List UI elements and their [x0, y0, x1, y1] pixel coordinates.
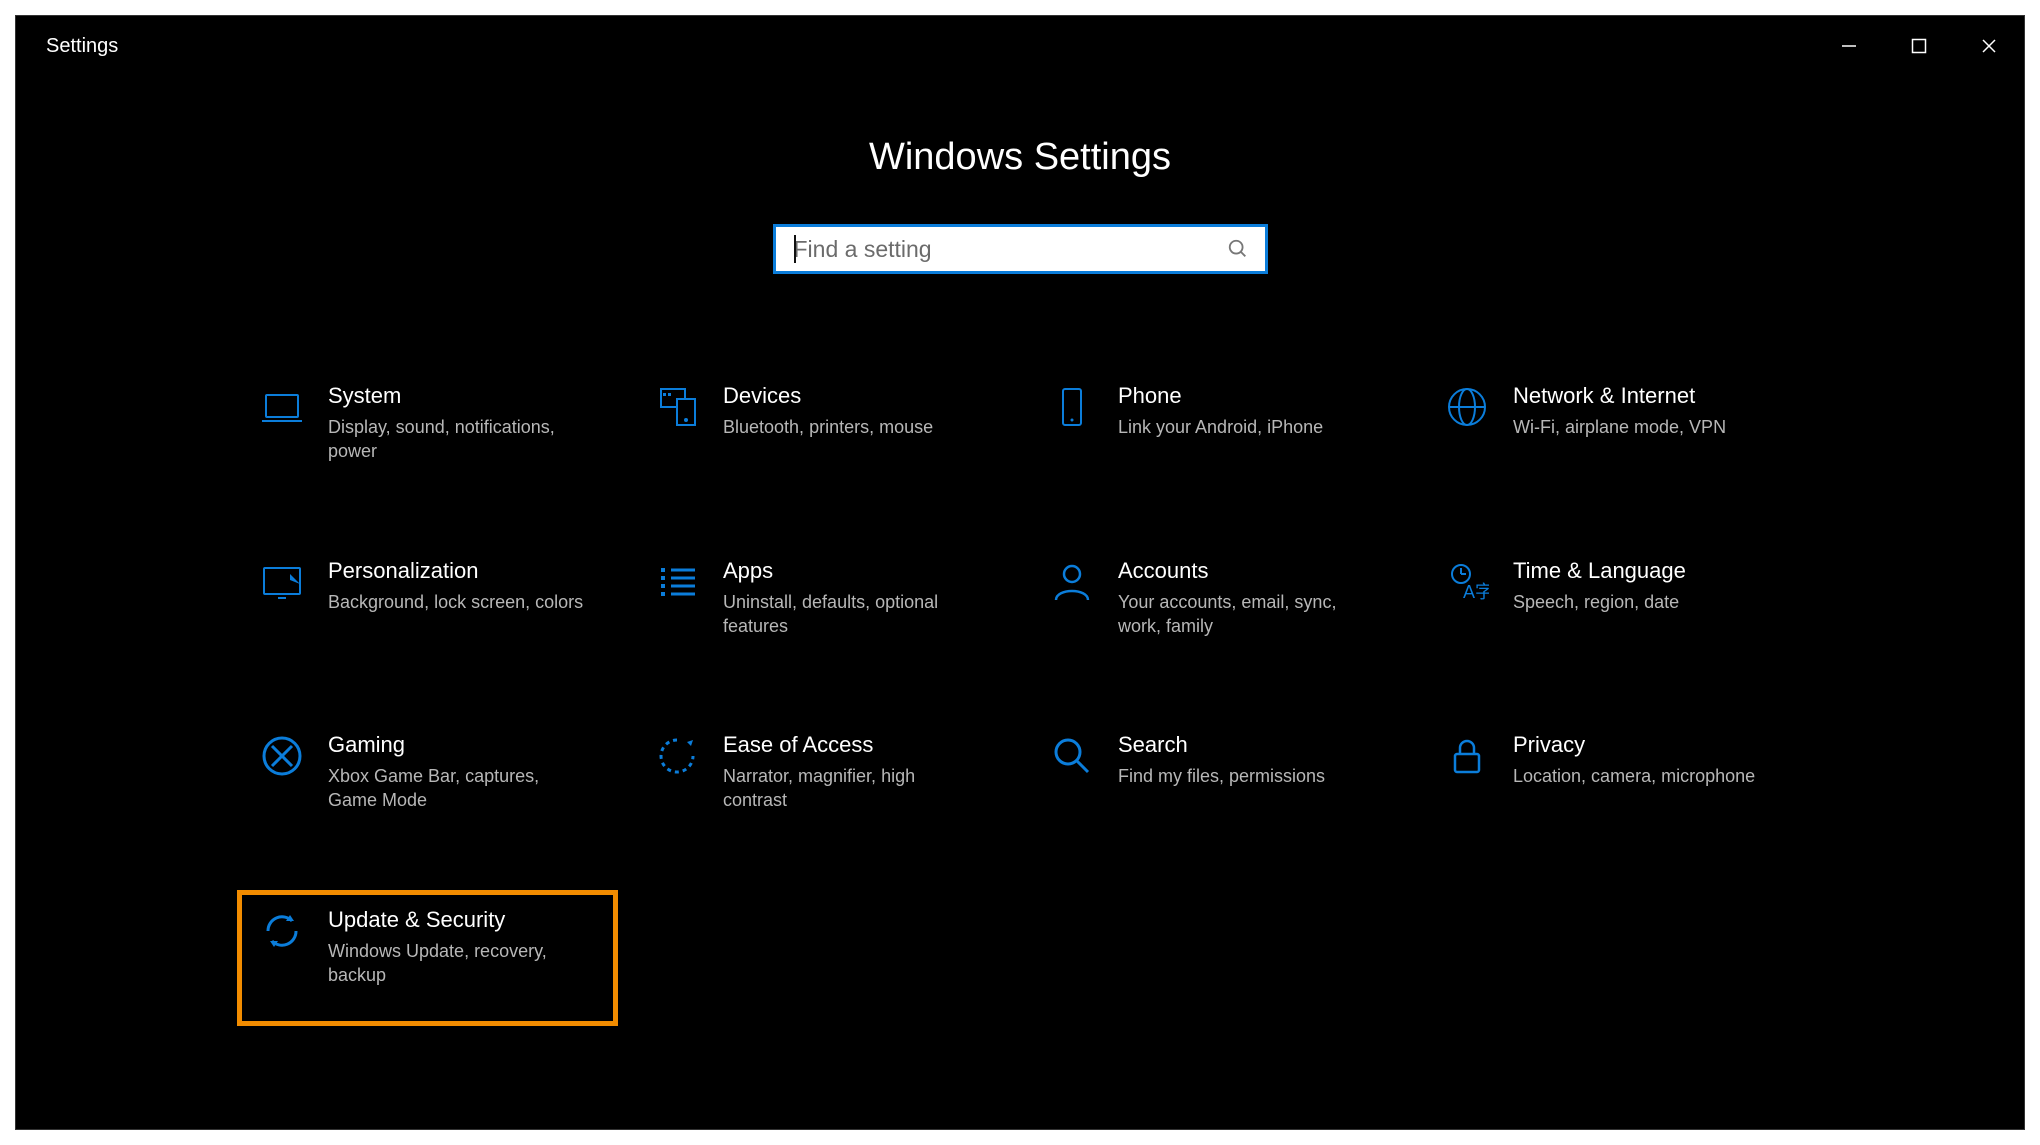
- minimize-button[interactable]: [1814, 16, 1884, 76]
- tile-desc: Your accounts, email, sync, work, family: [1118, 590, 1378, 639]
- tile-desc: Find my files, permissions: [1118, 764, 1325, 788]
- tile-desc: Uninstall, defaults, optional features: [723, 590, 983, 639]
- tile-name: Update & Security: [328, 907, 588, 933]
- tile-desc: Narrator, magnifier, high contrast: [723, 764, 983, 813]
- tile-name: Phone: [1118, 383, 1323, 409]
- tile-gaming[interactable]: Gaming Xbox Game Bar, captures, Game Mode: [240, 718, 615, 833]
- tile-apps[interactable]: Apps Uninstall, defaults, optional featur…: [635, 544, 1010, 659]
- tile-phone[interactable]: Phone Link your Android, iPhone: [1030, 369, 1405, 484]
- accounts-icon: [1050, 560, 1094, 604]
- search-container: [16, 224, 2024, 274]
- network-icon: [1445, 385, 1489, 429]
- apps-icon: [655, 560, 699, 604]
- tile-desc: Xbox Game Bar, captures, Game Mode: [328, 764, 588, 813]
- tile-time[interactable]: Time & Language Speech, region, date: [1425, 544, 1800, 659]
- tile-name: Search: [1118, 732, 1325, 758]
- tile-desc: Bluetooth, printers, mouse: [723, 415, 933, 439]
- time-icon: [1445, 560, 1489, 604]
- tile-desc: Wi-Fi, airplane mode, VPN: [1513, 415, 1726, 439]
- close-button[interactable]: [1954, 16, 2024, 76]
- tile-name: Personalization: [328, 558, 583, 584]
- tile-name: Time & Language: [1513, 558, 1686, 584]
- search-icon: [1050, 734, 1094, 778]
- maximize-button[interactable]: [1884, 16, 1954, 76]
- gaming-icon: [260, 734, 304, 778]
- tile-desc: Display, sound, notifications, power: [328, 415, 588, 464]
- tile-name: Ease of Access: [723, 732, 983, 758]
- window-controls: [1814, 16, 2024, 76]
- tile-devices[interactable]: Devices Bluetooth, printers, mouse: [635, 369, 1010, 484]
- search-box[interactable]: [773, 224, 1268, 274]
- tile-name: Accounts: [1118, 558, 1378, 584]
- tile-search[interactable]: Search Find my files, permissions: [1030, 718, 1405, 833]
- tile-accounts[interactable]: Accounts Your accounts, email, sync, work…: [1030, 544, 1405, 659]
- window-title: Settings: [46, 35, 118, 58]
- tile-desc: Windows Update, recovery, backup: [328, 939, 588, 988]
- search-input[interactable]: [794, 236, 1227, 263]
- tile-name: Privacy: [1513, 732, 1755, 758]
- personalization-icon: [260, 560, 304, 604]
- tile-name: Devices: [723, 383, 933, 409]
- tile-name: Gaming: [328, 732, 588, 758]
- system-icon: [260, 385, 304, 429]
- tile-system[interactable]: System Display, sound, notifications, pow…: [240, 369, 615, 484]
- update-icon: [260, 909, 304, 953]
- privacy-icon: [1445, 734, 1489, 778]
- tile-privacy[interactable]: Privacy Location, camera, microphone: [1425, 718, 1800, 833]
- tile-desc: Link your Android, iPhone: [1118, 415, 1323, 439]
- page-title: Windows Settings: [16, 136, 2024, 179]
- settings-grid: System Display, sound, notifications, pow…: [240, 369, 1800, 1023]
- tile-desc: Location, camera, microphone: [1513, 764, 1755, 788]
- tile-update[interactable]: Update & Security Windows Update, recover…: [240, 893, 615, 1024]
- tile-ease[interactable]: Ease of Access Narrator, magnifier, high …: [635, 718, 1010, 833]
- devices-icon: [655, 385, 699, 429]
- tile-name: Network & Internet: [1513, 383, 1726, 409]
- tile-name: System: [328, 383, 588, 409]
- tile-name: Apps: [723, 558, 983, 584]
- tile-personalization[interactable]: Personalization Background, lock screen, …: [240, 544, 615, 659]
- ease-icon: [655, 734, 699, 778]
- search-icon: [1227, 238, 1249, 260]
- settings-window: Settings Windows Settings SystemDispla: [15, 15, 2025, 1130]
- tile-desc: Speech, region, date: [1513, 590, 1686, 614]
- phone-icon: [1050, 385, 1094, 429]
- titlebar: Settings: [16, 16, 2024, 76]
- tile-desc: Background, lock screen, colors: [328, 590, 583, 614]
- tile-network[interactable]: Network & Internet Wi-Fi, airplane mode, …: [1425, 369, 1800, 484]
- text-caret: [794, 235, 796, 263]
